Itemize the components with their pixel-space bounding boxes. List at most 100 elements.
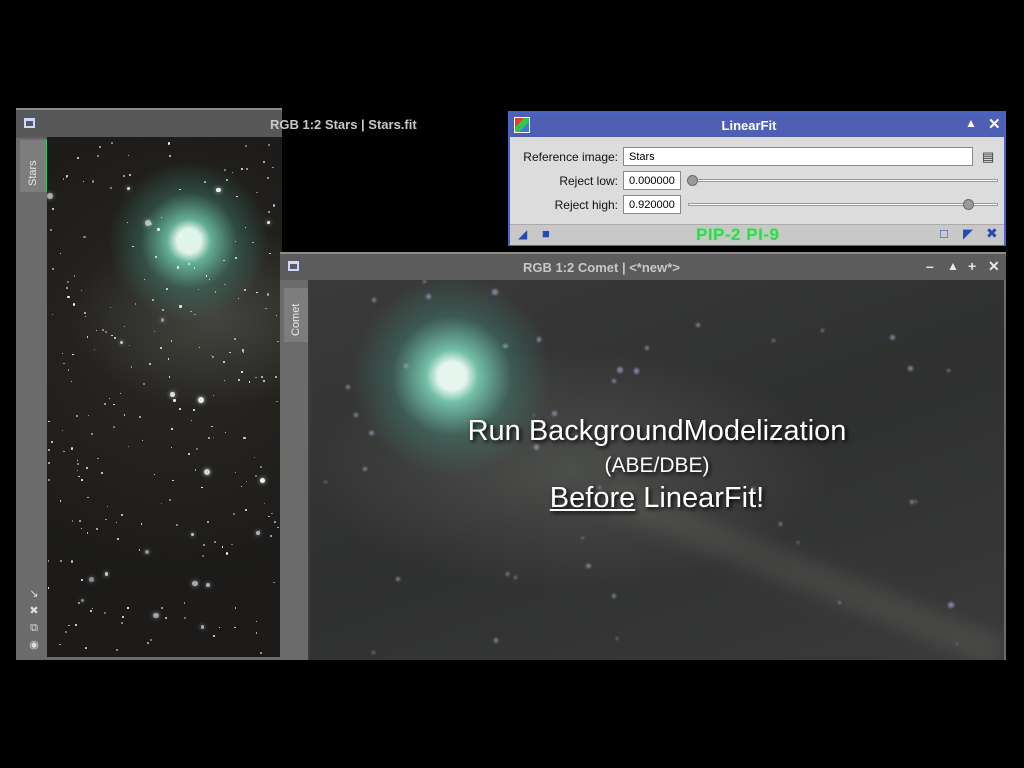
reset-icon[interactable]: ◤	[963, 226, 973, 242]
reference-image-input[interactable]	[623, 147, 973, 166]
star-dot	[91, 433, 93, 436]
reject-high-slider[interactable]	[688, 203, 998, 206]
star-dot	[503, 343, 508, 349]
star-dot	[235, 257, 237, 259]
reject-high-input[interactable]	[623, 195, 681, 214]
star-dot	[269, 535, 272, 538]
comet-image-window[interactable]: RGB 1:2 Comet | <*new*> – ▲ + ✕ Comet Ru…	[280, 252, 1006, 660]
star-dot	[275, 314, 277, 316]
maximize-icon[interactable]: +	[968, 258, 976, 274]
reject-low-input[interactable]	[623, 171, 681, 190]
star-dot	[85, 316, 87, 318]
apply-icon[interactable]: ■	[542, 226, 550, 241]
cross-icon[interactable]: ✖	[26, 603, 42, 620]
comet-view-tab[interactable]: Comet	[284, 288, 310, 342]
star-dot	[47, 462, 50, 465]
preferences-icon[interactable]: ✖	[986, 225, 998, 242]
comet-window-titlebar[interactable]: RGB 1:2 Comet | <*new*> – ▲ + ✕	[280, 252, 1006, 280]
star-dot	[62, 178, 65, 180]
star-dot	[58, 643, 61, 646]
stars-window-title: RGB 1:2 Stars | Stars.fit	[270, 117, 417, 132]
overlay-after-text: LinearFit!	[635, 482, 765, 514]
star-dot	[142, 382, 145, 385]
star-dot	[120, 513, 124, 516]
star-dot	[170, 446, 173, 449]
star-dot	[162, 309, 165, 312]
star-dot	[160, 502, 163, 505]
star-dot	[176, 266, 179, 269]
star-dot	[103, 612, 106, 615]
star-dot	[71, 520, 74, 522]
reject-high-slider-handle[interactable]	[963, 199, 974, 210]
star-dot	[167, 142, 171, 145]
star-dot	[237, 297, 239, 300]
close-icon[interactable]: ✕	[988, 258, 1000, 275]
star-dot	[61, 353, 63, 355]
star-dot	[214, 540, 216, 543]
reject-low-slider-handle[interactable]	[687, 175, 698, 186]
linearfit-dialog[interactable]: LinearFit ▲ ✕ Reference image: ▤ Reject …	[508, 111, 1006, 246]
star-dot	[165, 287, 168, 290]
star-dot	[268, 211, 270, 214]
star-dot	[104, 572, 109, 577]
star-dot	[234, 337, 237, 340]
star-dot	[207, 437, 210, 440]
star-dot	[77, 462, 79, 465]
star-dot	[616, 367, 623, 373]
star-dot	[213, 395, 215, 397]
star-dot	[132, 245, 134, 248]
stars-view-tab[interactable]: Stars	[20, 140, 48, 192]
arrow-icon[interactable]: ↘	[26, 586, 42, 603]
star-dot	[187, 263, 190, 266]
stars-image-window[interactable]: RGB 1:2 Stars | Stars.fit Stars ↘ ✖ ⧉ ◉	[16, 108, 417, 660]
target-icon[interactable]: ◉	[26, 637, 42, 654]
star-dot	[191, 532, 195, 536]
browse-documentation-icon[interactable]: □	[940, 226, 948, 241]
star-dot	[117, 538, 119, 540]
window-icon[interactable]	[288, 261, 299, 271]
window-icon[interactable]	[24, 118, 35, 128]
star-dot	[615, 637, 619, 640]
star-dot	[230, 543, 233, 546]
shade-icon[interactable]: ▲	[947, 259, 959, 273]
star-dot	[265, 307, 268, 310]
star-dot	[82, 181, 84, 183]
star-dot	[170, 392, 175, 397]
star-dot	[229, 351, 231, 353]
star-dot	[116, 522, 118, 524]
overlay-line-3: Before LinearFit!	[310, 482, 1004, 515]
star-dot	[120, 621, 123, 624]
star-dot	[173, 399, 176, 402]
star-dot	[74, 623, 77, 626]
star-dot	[193, 267, 196, 269]
stars-image-canvas[interactable]	[47, 137, 282, 657]
star-dot	[274, 376, 277, 379]
star-dot	[168, 499, 171, 502]
star-dot	[191, 419, 193, 421]
copy-icon[interactable]: ⧉	[26, 620, 42, 637]
star-dot	[260, 652, 262, 654]
reject-low-slider[interactable]	[688, 179, 998, 182]
comet-image-canvas[interactable]: Run BackgroundModelization (ABE/DBE) Bef…	[308, 280, 1004, 660]
star-dot	[65, 286, 68, 289]
star-dot	[60, 560, 62, 562]
new-instance-icon[interactable]: ◢	[518, 227, 527, 241]
star-dot	[371, 650, 376, 655]
shade-icon[interactable]: ▲	[965, 116, 977, 130]
stars-window-titlebar[interactable]: RGB 1:2 Stars | Stars.fit	[16, 108, 417, 138]
star-dot	[65, 630, 68, 634]
linearfit-titlebar[interactable]: LinearFit ▲ ✕	[510, 113, 1004, 137]
view-selector-icon[interactable]: ▤	[982, 149, 994, 165]
star-dot	[97, 457, 99, 460]
star-dot	[115, 648, 118, 652]
star-dot	[169, 155, 171, 157]
star-dot	[193, 408, 195, 411]
close-icon[interactable]: ✕	[988, 115, 1001, 133]
star-dot	[81, 479, 83, 481]
star-dot	[144, 278, 146, 281]
star-dot	[194, 313, 197, 316]
star-dot	[271, 166, 274, 169]
star-dot	[47, 193, 54, 200]
minimize-icon[interactable]: –	[926, 258, 934, 274]
reject-low-label: Reject low:	[559, 174, 618, 188]
